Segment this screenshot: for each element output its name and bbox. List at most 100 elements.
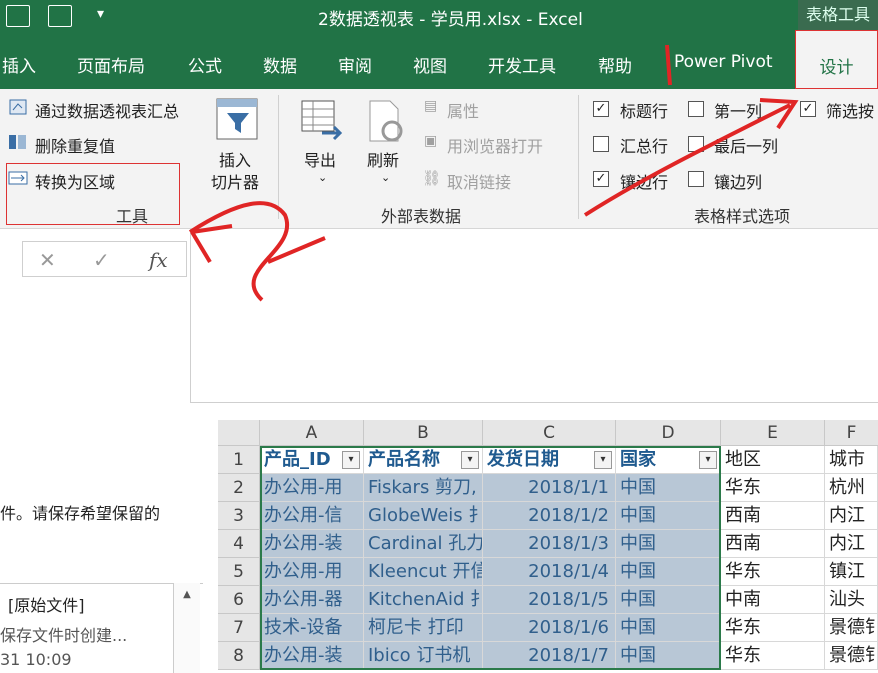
refresh-dropdown-icon[interactable]: ⌄ [381, 171, 390, 184]
properties-button[interactable]: 属性 [447, 98, 479, 122]
tab-insert[interactable]: 插入 [2, 52, 36, 77]
tab-review[interactable]: 审阅 [338, 52, 372, 77]
summarize-pivot-button[interactable]: 通过数据透视表汇总 [35, 98, 179, 122]
column-header-c[interactable]: C [483, 420, 616, 446]
filter-button-checkbox[interactable]: ✓ [800, 101, 816, 117]
table-cell[interactable]: 2018/1/5 [483, 586, 616, 614]
column-header-d[interactable]: D [616, 420, 721, 446]
export-button[interactable]: 导出 [304, 147, 336, 171]
tab-view[interactable]: 视图 [413, 52, 447, 77]
tab-data[interactable]: 数据 [263, 52, 297, 77]
table-header-cell[interactable]: 地区 [721, 446, 825, 474]
row-header[interactable]: 5 [218, 558, 260, 586]
insert-function-icon[interactable]: fx [149, 248, 168, 272]
tab-power-pivot[interactable]: Power Pivot [674, 52, 773, 72]
row-header[interactable]: 6 [218, 586, 260, 614]
touch-mode-icon[interactable] [48, 5, 72, 27]
row-header[interactable]: 7 [218, 614, 260, 642]
table-cell[interactable]: 2018/1/4 [483, 558, 616, 586]
table-cell[interactable]: 2018/1/2 [483, 502, 616, 530]
table-cell[interactable]: 中国 [616, 614, 721, 642]
tab-page-layout[interactable]: 页面布局 [77, 52, 145, 77]
table-cell[interactable]: 中国 [616, 558, 721, 586]
table-cell[interactable]: 办公用-装 [260, 530, 364, 558]
row-header[interactable]: 2 [218, 474, 260, 502]
row-header[interactable]: 4 [218, 530, 260, 558]
table-cell[interactable]: 中国 [616, 642, 721, 670]
row-header[interactable]: 3 [218, 502, 260, 530]
remove-duplicates-button[interactable]: 删除重复值 [35, 133, 115, 157]
table-cell[interactable]: 华东 [721, 558, 825, 586]
table-cell[interactable]: 2018/1/6 [483, 614, 616, 642]
table-cell[interactable]: 柯尼卡 打印 [364, 614, 483, 642]
table-cell[interactable]: 中国 [616, 586, 721, 614]
insert-slicer-line1[interactable]: 插入 [219, 147, 251, 171]
table-cell[interactable]: 镇江 [825, 558, 878, 586]
insert-slicer-line2[interactable]: 切片器 [211, 169, 259, 193]
table-cell[interactable]: 西南 [721, 530, 825, 558]
table-cell[interactable]: 中国 [616, 474, 721, 502]
table-cell[interactable]: 办公用-用 [260, 558, 364, 586]
table-cell[interactable]: 华东 [721, 642, 825, 670]
table-cell[interactable]: Fiskars 剪刀, [364, 474, 483, 502]
table-cell[interactable]: 西南 [721, 502, 825, 530]
table-cell[interactable]: 技术-设备 [260, 614, 364, 642]
table-cell[interactable]: 华东 [721, 614, 825, 642]
table-cell[interactable]: 景德钅 [825, 642, 878, 670]
save-icon[interactable] [6, 5, 30, 27]
table-cell[interactable]: 办公用-用 [260, 474, 364, 502]
unlink-button[interactable]: 取消链接 [447, 169, 511, 193]
column-header-f[interactable]: F [825, 420, 878, 446]
select-all-corner[interactable] [218, 420, 260, 446]
tab-formulas[interactable]: 公式 [188, 52, 222, 77]
column-header-b[interactable]: B [364, 420, 483, 446]
table-cell[interactable]: Kleencut 开信 [364, 558, 483, 586]
row-header[interactable]: 8 [218, 642, 260, 670]
open-in-browser-button[interactable]: 用浏览器打开 [447, 133, 543, 157]
qat-dropdown-icon[interactable]: ▾ [97, 6, 104, 22]
scroll-up-icon[interactable]: ▲ [174, 583, 200, 600]
cancel-icon[interactable]: ✕ [39, 248, 56, 272]
table-cell[interactable]: 办公用-信 [260, 502, 364, 530]
table-cell[interactable]: 汕头 [825, 586, 878, 614]
header-row-checkbox[interactable]: ✓ [593, 101, 609, 117]
table-cell[interactable]: 内江 [825, 502, 878, 530]
table-cell[interactable]: Cardinal 孔力 [364, 530, 483, 558]
scrollbar[interactable]: ▲ [173, 583, 200, 673]
last-column-checkbox[interactable] [688, 136, 704, 152]
formula-input[interactable] [190, 229, 878, 403]
filter-dropdown-icon[interactable]: ▾ [699, 451, 717, 469]
table-cell[interactable]: 华东 [721, 474, 825, 502]
column-header-e[interactable]: E [721, 420, 825, 446]
row-header[interactable]: 1 [218, 446, 260, 474]
table-header-cell[interactable]: 城市 [825, 446, 878, 474]
table-cell[interactable]: Ibico 订书机 [364, 642, 483, 670]
banded-rows-checkbox[interactable]: ✓ [593, 171, 609, 187]
banded-columns-checkbox[interactable] [688, 171, 704, 187]
filter-dropdown-icon[interactable]: ▾ [342, 451, 360, 469]
first-column-checkbox[interactable] [688, 101, 704, 117]
table-cell[interactable]: 内江 [825, 530, 878, 558]
table-cell[interactable]: 2018/1/1 [483, 474, 616, 502]
table-cell[interactable]: 杭州 [825, 474, 878, 502]
tab-design[interactable]: 设计 [795, 30, 878, 89]
table-cell[interactable]: 2018/1/3 [483, 530, 616, 558]
table-cell[interactable]: 景德钅 [825, 614, 878, 642]
refresh-button[interactable]: 刷新 [367, 147, 399, 171]
filter-dropdown-icon[interactable]: ▾ [594, 451, 612, 469]
table-cell[interactable]: 中国 [616, 530, 721, 558]
table-cell[interactable]: GlobeWeis 扌 [364, 502, 483, 530]
tab-developer[interactable]: 开发工具 [488, 52, 556, 77]
export-dropdown-icon[interactable]: ⌄ [318, 171, 327, 184]
total-row-checkbox[interactable] [593, 136, 609, 152]
table-cell[interactable]: 中国 [616, 502, 721, 530]
table-cell[interactable]: 办公用-装 [260, 642, 364, 670]
table-cell[interactable]: 办公用-器 [260, 586, 364, 614]
tab-help[interactable]: 帮助 [598, 52, 632, 77]
enter-icon[interactable]: ✓ [93, 248, 110, 272]
table-cell[interactable]: 2018/1/7 [483, 642, 616, 670]
column-header-a[interactable]: A [260, 420, 364, 446]
filter-dropdown-icon[interactable]: ▾ [461, 451, 479, 469]
table-cell[interactable]: KitchenAid 扌 [364, 586, 483, 614]
table-cell[interactable]: 中南 [721, 586, 825, 614]
